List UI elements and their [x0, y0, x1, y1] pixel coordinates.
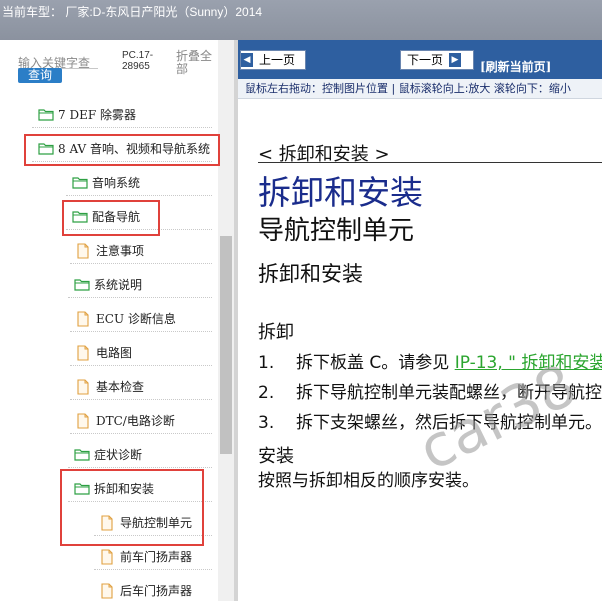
tree-item-label: 电路图	[96, 345, 133, 360]
step-number: 2.	[258, 383, 275, 403]
tree-item[interactable]: 音响系统	[72, 171, 140, 193]
tree-item[interactable]: DTC/电路诊断	[76, 409, 175, 431]
tree-row-separator	[32, 127, 212, 128]
content-toolbar: ◀ 上一页 下一页 ▶ [刷新当前页]	[238, 40, 602, 79]
arrow-right-icon: ▶	[449, 53, 462, 67]
tree-item-label: 系统说明	[94, 277, 143, 292]
tree-row-separator	[70, 331, 212, 332]
tree-item-label: 基本检查	[96, 379, 145, 394]
removal-heading: 拆卸	[258, 322, 294, 343]
breadcrumb-rule	[258, 162, 602, 163]
content-pane: ◀ 上一页 下一页 ▶ [刷新当前页] 鼠标左右拖动：控制图片位置 | 鼠标滚轮…	[238, 40, 602, 601]
tree-item[interactable]: 后车门扬声器	[100, 579, 192, 601]
folder-open-icon	[72, 175, 88, 189]
tree-item-label: 7 DEF 除雾器	[58, 107, 136, 122]
folder-open-icon	[74, 277, 90, 291]
tree-row-separator	[66, 195, 212, 196]
prev-page-button[interactable]: ◀ 上一页	[240, 50, 306, 70]
refresh-page-link[interactable]: [刷新当前页]	[480, 58, 551, 75]
mouse-hint-bar: 鼠标左右拖动：控制图片位置 | 鼠标滚轮向上:放大 滚轮向下：缩小	[238, 79, 602, 99]
next-page-label: 下一页	[407, 53, 444, 67]
tree-item[interactable]: 系统说明	[74, 273, 142, 295]
tree-row-separator	[70, 263, 212, 264]
tree-item[interactable]: 前车门扬声器	[100, 545, 192, 567]
document-view: < 拆卸和安装 > 拆卸和安装 导航控制单元 拆卸和安装 拆卸 1. 拆下板盖 C…	[238, 98, 602, 601]
tree-item[interactable]: 基本检查	[76, 375, 144, 397]
tree-item-label: ECU 诊断信息	[96, 311, 176, 326]
tree-item[interactable]: ECU 诊断信息	[76, 307, 176, 329]
install-heading: 安装	[258, 446, 294, 467]
folder-open-icon	[38, 107, 54, 121]
page-icon	[100, 549, 116, 565]
page-icon	[100, 583, 116, 599]
tree-item[interactable]: 症状诊断	[74, 443, 142, 465]
tree-row-separator	[68, 467, 212, 468]
query-button[interactable]: 查询	[18, 68, 62, 83]
page-icon	[76, 379, 92, 395]
highlight-navigation	[62, 200, 160, 236]
highlight-av-system	[24, 134, 220, 166]
page-icon	[76, 345, 92, 361]
tree-item-label: 注意事项	[96, 243, 145, 258]
tree-row-separator	[94, 569, 212, 570]
tree-item-label: 前车门扬声器	[120, 549, 193, 564]
title-bar: 当前车型： 厂家:D-东风日产阳光（Sunny）2014	[0, 0, 602, 40]
page-icon	[76, 243, 92, 259]
document-code: PC.17-28965	[122, 50, 154, 72]
tree-item-label: 音响系统	[92, 175, 141, 190]
step-number: 3.	[258, 413, 275, 433]
doc-section-title: 拆卸和安装	[258, 262, 363, 286]
tree-item[interactable]: 7 DEF 除雾器	[38, 103, 136, 125]
tree-item[interactable]: 电路图	[76, 341, 132, 363]
step-number: 1.	[258, 353, 275, 373]
highlight-removal-install	[60, 469, 204, 546]
step-text: 拆下板盖 C。请参见	[296, 353, 455, 373]
tree-item[interactable]: 注意事项	[76, 239, 144, 261]
tree-row-separator	[70, 365, 212, 366]
page-icon	[76, 311, 92, 327]
doc-subtitle: 导航控制单元	[258, 216, 415, 246]
tree-item-label: DTC/电路诊断	[96, 413, 175, 428]
tree-item-label: 症状诊断	[94, 447, 143, 462]
tree-row-separator	[68, 297, 212, 298]
tree-row-separator	[70, 399, 212, 400]
doc-title: 拆卸和安装	[258, 173, 423, 212]
page-icon	[76, 413, 92, 429]
tree-row-separator	[70, 433, 212, 434]
collapse-all-link[interactable]: 折叠全部	[176, 50, 218, 76]
arrow-left-icon: ◀	[241, 53, 253, 67]
next-page-button[interactable]: 下一页 ▶	[400, 50, 474, 70]
sidebar-scroll-thumb[interactable]	[220, 236, 232, 454]
prev-page-label: 上一页	[259, 53, 296, 67]
tree-item-label: 后车门扬声器	[120, 583, 193, 598]
folder-open-icon	[74, 447, 90, 461]
vehicle-title: 当前车型： 厂家:D-东风日产阳光（Sunny）2014	[2, 5, 263, 19]
